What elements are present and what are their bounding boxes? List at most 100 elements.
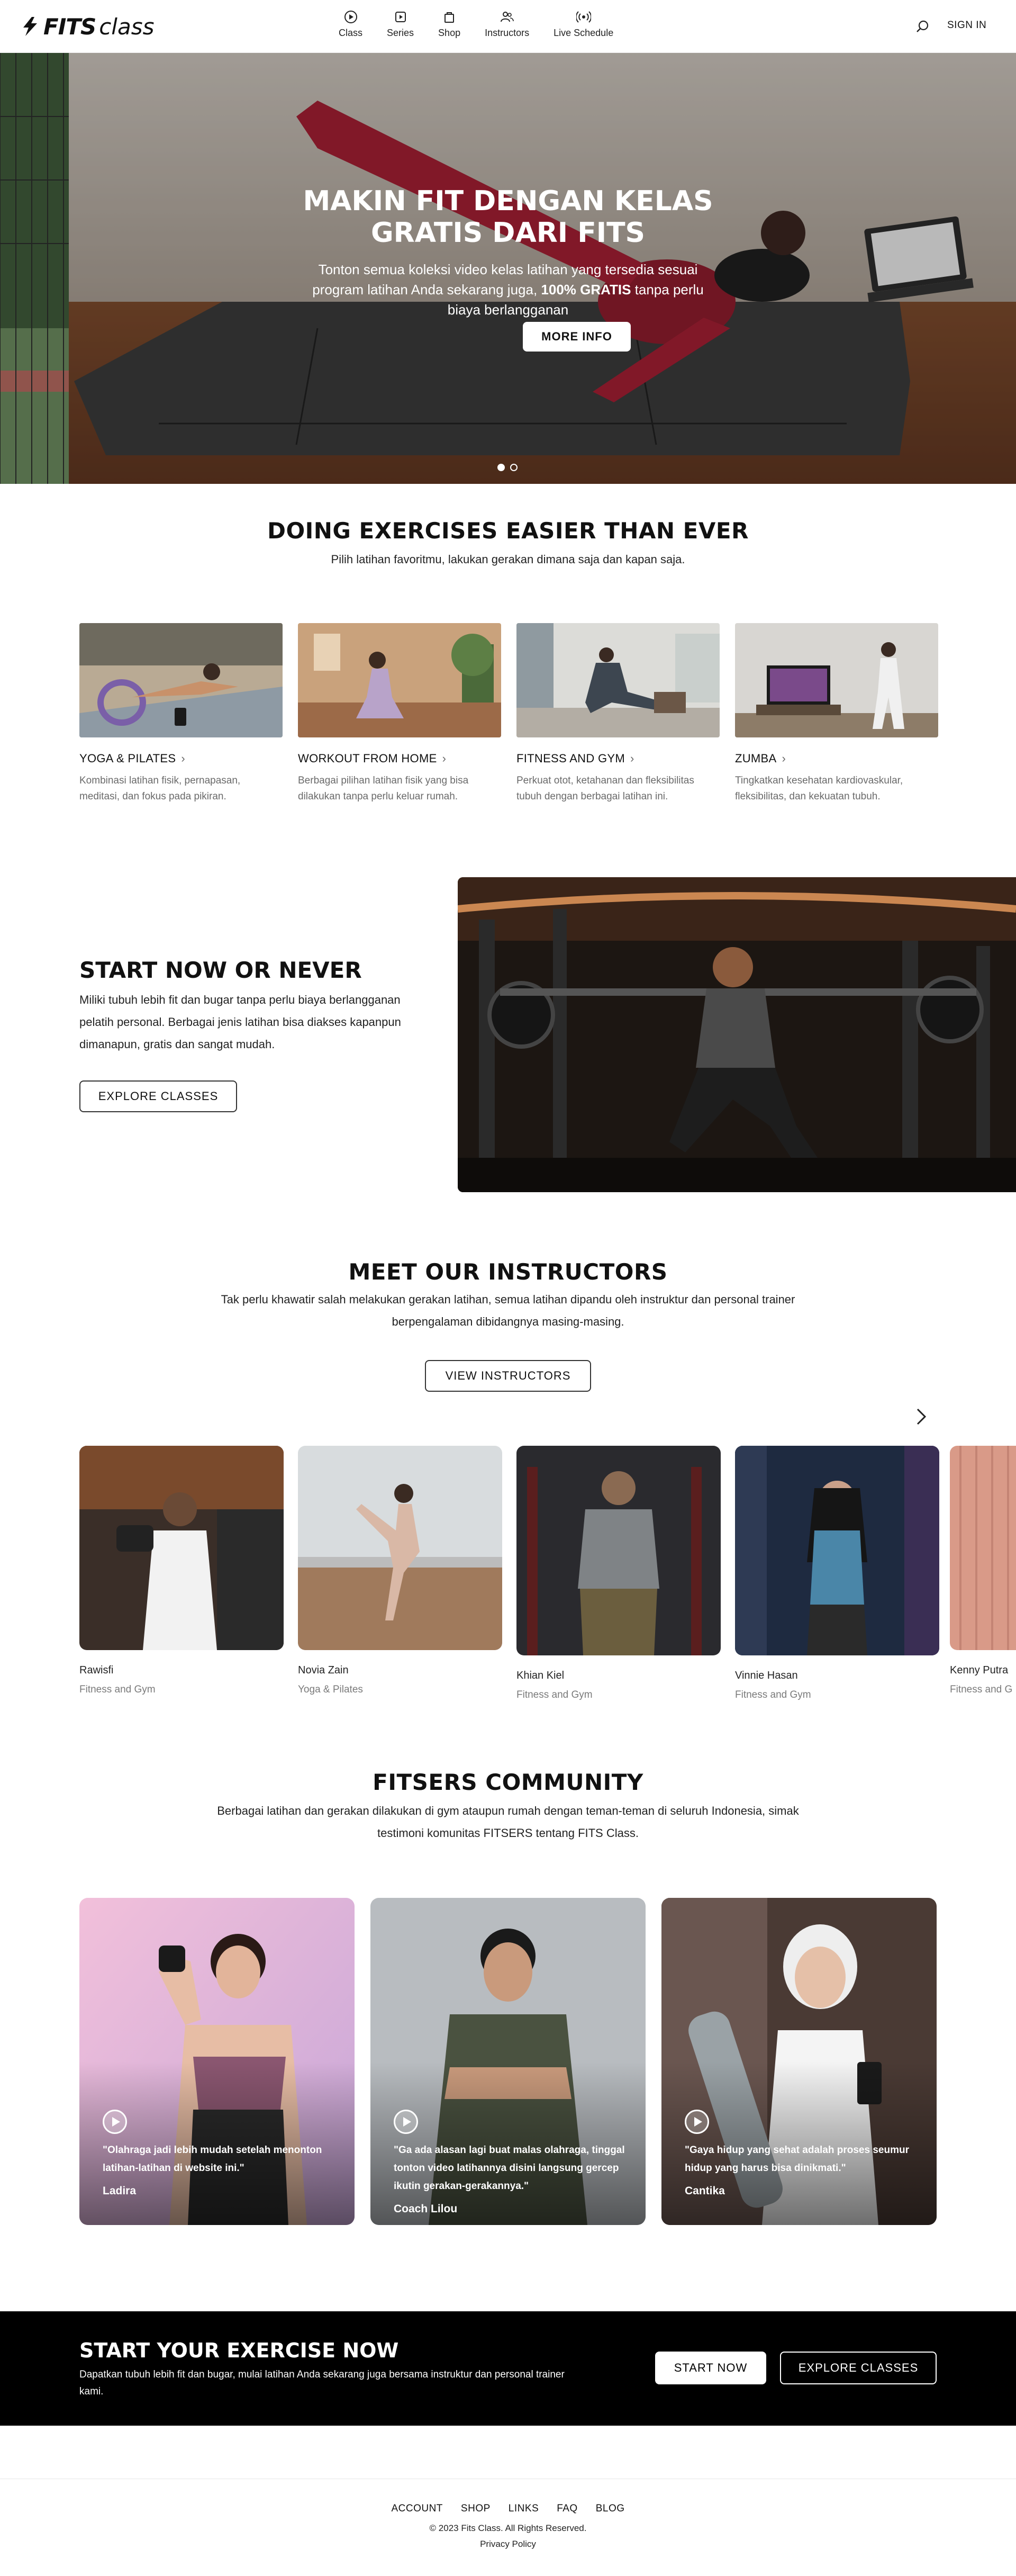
nav-shop[interactable]: Shop bbox=[438, 10, 460, 39]
play-icon[interactable] bbox=[103, 2110, 127, 2134]
instructor-card-rawisfi[interactable]: Rawisfi Fitness and Gym bbox=[79, 1446, 284, 1696]
category-desc: Berbagai pilihan latihan fisik yang bisa… bbox=[298, 775, 469, 802]
category-label: FITNESS AND GYM bbox=[516, 752, 625, 765]
nav-class-label: Class bbox=[339, 28, 363, 38]
workout-home-image bbox=[298, 623, 501, 737]
instructor-name: Rawisfi bbox=[79, 1664, 114, 1676]
nav-series[interactable]: Series bbox=[387, 10, 414, 39]
instructors-subtitle: Tak perlu khawatir salah melakukan gerak… bbox=[221, 1293, 795, 1328]
category-card-zumba[interactable]: ZUMBA › Tingkatkan kesehatan kardiovaskul… bbox=[735, 623, 938, 805]
footer-link-shop[interactable]: SHOP bbox=[461, 2503, 491, 2515]
footer-links: ACCOUNT SHOP LINKS FAQ BLOG bbox=[0, 2503, 1016, 2515]
nav-instructors[interactable]: Instructors bbox=[485, 10, 529, 39]
more-info-button[interactable]: MORE INFO bbox=[523, 322, 631, 352]
footer-link-faq[interactable]: FAQ bbox=[557, 2503, 578, 2515]
instructor-card-kenny[interactable]: Kenny Putra Fitness and G bbox=[950, 1446, 1016, 1696]
nav-class[interactable]: Class bbox=[339, 10, 362, 39]
category-card-yoga[interactable]: YOGA & PILATES › Kombinasi latihan fisik,… bbox=[79, 623, 283, 805]
carousel-dot-2[interactable] bbox=[510, 464, 518, 471]
instructor-card-novia[interactable]: Novia Zain Yoga & Pilates bbox=[298, 1446, 502, 1696]
category-name: WORKOUT FROM HOME › bbox=[298, 752, 501, 765]
view-instructors-button[interactable]: VIEW INSTRUCTORS bbox=[425, 1360, 591, 1392]
search-icon[interactable] bbox=[915, 19, 930, 34]
category-desc: Kombinasi latihan fisik, pernapasan, med… bbox=[79, 775, 241, 802]
nav-instructors-label: Instructors bbox=[485, 28, 530, 38]
yoga-image bbox=[79, 623, 283, 737]
testimonial-card-cantika[interactable]: "Gaya hidup yang sehat adalah proses seu… bbox=[661, 1898, 937, 2225]
play-icon[interactable] bbox=[685, 2110, 709, 2134]
series-icon bbox=[395, 12, 406, 22]
instructor-photo bbox=[735, 1446, 939, 1655]
hero-subtitle-bold: 100% GRATIS bbox=[541, 282, 631, 298]
logo-class-text: class bbox=[99, 13, 155, 40]
zumba-image bbox=[735, 623, 938, 737]
hero-subtitle: Tonton semua koleksi video kelas latihan… bbox=[296, 259, 720, 320]
instructor-category: Fitness and Gym bbox=[79, 1684, 156, 1695]
footer-copyright: © 2023 Fits Class. All Rights Reserved. bbox=[429, 2523, 587, 2533]
testimonial-quote: "Olahraga jadi lebih mudah setelah menon… bbox=[103, 2145, 322, 2174]
chevron-right-icon: › bbox=[782, 752, 786, 765]
exercises-title: DOING EXERCISES EASIER THAN EVER bbox=[267, 518, 749, 544]
instructor-name: Kenny Putra bbox=[950, 1664, 1009, 1676]
testimonial-quote: "Gaya hidup yang sehat adalah proses seu… bbox=[685, 2145, 909, 2174]
explore-classes-button[interactable]: EXPLORE CLASSES bbox=[79, 1080, 237, 1112]
cta-explore-classes-button[interactable]: EXPLORE CLASSES bbox=[780, 2352, 937, 2384]
instructor-photo bbox=[79, 1446, 284, 1650]
nav-live-schedule[interactable]: Live Schedule bbox=[554, 10, 613, 39]
category-name: FITNESS AND GYM › bbox=[516, 752, 720, 765]
footer-link-account[interactable]: ACCOUNT bbox=[391, 2503, 442, 2515]
exercises-subtitle: Pilih latihan favoritmu, lakukan gerakan… bbox=[331, 553, 685, 566]
fitness-gym-image bbox=[516, 623, 720, 737]
site-header: FITS class Class Series Shop Instructors … bbox=[0, 0, 1016, 53]
category-card-workout-home[interactable]: WORKOUT FROM HOME › Berbagai pilihan lati… bbox=[298, 623, 501, 805]
instructor-card-vinnie[interactable]: Vinnie Hasan Fitness and Gym bbox=[735, 1446, 939, 1701]
play-icon[interactable] bbox=[394, 2110, 418, 2134]
instructor-category: Fitness and G bbox=[950, 1684, 1013, 1695]
community-title: FITSERS COMMUNITY bbox=[373, 1769, 643, 1795]
footer-link-links[interactable]: LINKS bbox=[509, 2503, 539, 2515]
instructor-card-khian[interactable]: Khian Kiel Fitness and Gym bbox=[516, 1446, 721, 1701]
privacy-policy-link[interactable]: Privacy Policy bbox=[0, 2539, 1016, 2550]
gym-lunge-image bbox=[458, 877, 1016, 1192]
instructor-category: Fitness and Gym bbox=[735, 1689, 811, 1700]
nav-live-schedule-label: Live Schedule bbox=[554, 28, 614, 38]
logo-fits-text: FITS bbox=[43, 13, 96, 40]
carousel-dots bbox=[497, 464, 518, 471]
cta-banner: START YOUR EXERCISE NOW Dapatkan tubuh l… bbox=[0, 2311, 1016, 2426]
testimonial-card-ladira[interactable]: "Olahraga jadi lebih mudah setelah menon… bbox=[79, 1898, 355, 2225]
category-label: YOGA & PILATES bbox=[79, 752, 176, 765]
category-name: YOGA & PILATES › bbox=[79, 752, 283, 765]
cta-text: Dapatkan tubuh lebih fit dan bugar, mula… bbox=[79, 2369, 565, 2397]
category-name: ZUMBA › bbox=[735, 752, 938, 765]
hero-banner: MAKIN FIT DENGAN KELAS GRATIS DARI FITS … bbox=[0, 53, 1016, 484]
sign-in-link[interactable]: SIGN IN bbox=[947, 20, 986, 31]
instructors-icon bbox=[501, 12, 514, 22]
carousel-dot-1[interactable] bbox=[497, 464, 505, 471]
hero-title: MAKIN FIT DENGAN KELAS GRATIS DARI FITS bbox=[303, 185, 713, 249]
main-nav: Class Series Shop Instructors Live Sched… bbox=[339, 10, 638, 39]
start-now-text: Miliki tubuh lebih fit dan bugar tanpa p… bbox=[79, 993, 401, 1051]
instructors-title: MEET OUR INSTRUCTORS bbox=[348, 1259, 668, 1285]
category-desc: Tingkatkan kesehatan kardiovaskular, fle… bbox=[735, 775, 903, 802]
chevron-right-icon: › bbox=[442, 752, 447, 765]
instructor-photo bbox=[516, 1446, 721, 1655]
instructor-photo bbox=[298, 1446, 502, 1650]
nav-series-label: Series bbox=[387, 28, 414, 38]
logo-bolt-icon bbox=[23, 17, 37, 36]
instructor-category: Yoga & Pilates bbox=[298, 1684, 363, 1695]
start-now-button[interactable]: START NOW bbox=[655, 2352, 766, 2384]
footer-link-blog[interactable]: BLOG bbox=[596, 2503, 625, 2515]
category-card-fitness-gym[interactable]: FITNESS AND GYM › Perkuat otot, ketahanan… bbox=[516, 623, 720, 805]
category-desc: Perkuat otot, ketahanan dan fleksibilita… bbox=[516, 775, 694, 802]
instructor-photo bbox=[950, 1446, 1016, 1650]
testimonial-card-coach-lilou[interactable]: "Ga ada alasan lagi buat malas olahraga,… bbox=[370, 1898, 646, 2225]
testimonial-name: Cantika bbox=[685, 2185, 725, 2197]
arrow-right-icon[interactable] bbox=[913, 1406, 929, 1427]
chevron-right-icon: › bbox=[181, 752, 185, 765]
live-broadcast-icon bbox=[576, 11, 591, 23]
community-subtitle: Berbagai latihan dan gerakan dilakukan d… bbox=[217, 1804, 799, 1840]
shopping-bag-icon bbox=[444, 12, 455, 23]
logo[interactable]: FITS class bbox=[20, 13, 154, 40]
instructor-name: Vinnie Hasan bbox=[735, 1670, 798, 1681]
start-now-title: START NOW OR NEVER bbox=[79, 957, 362, 983]
